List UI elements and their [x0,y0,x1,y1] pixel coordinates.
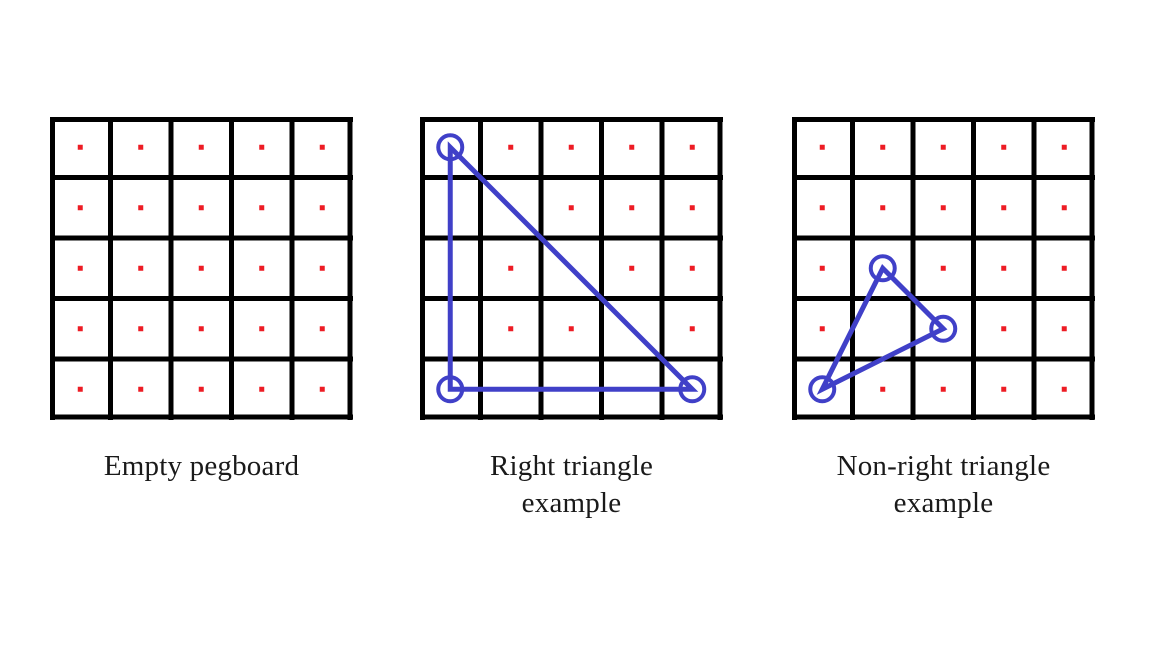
peg-dot[interactable] [1061,386,1067,392]
peg-dot[interactable] [819,265,825,271]
peg-dot[interactable] [1061,144,1067,150]
peg-dot[interactable] [319,144,325,150]
peg-dot[interactable] [138,144,144,150]
peg-dot[interactable] [1001,326,1007,332]
peg-dot[interactable] [1001,144,1007,150]
caption-line: Non-right triangle [836,450,1051,482]
peg-dot[interactable] [319,386,325,392]
peg-dot[interactable] [819,144,825,150]
peg-dot[interactable] [819,205,825,211]
figure-empty-pegboard: Empty pegboard [50,117,353,482]
peg-dot[interactable] [1061,265,1067,271]
pegboard-grid [420,117,723,420]
caption-line: Empty pegboard [103,450,300,482]
peg-dot[interactable] [319,205,325,211]
peg-dot[interactable] [880,144,886,150]
peg-dot[interactable] [138,326,144,332]
peg-dot[interactable] [259,205,265,211]
peg-dot[interactable] [198,205,204,211]
caption-line: example [893,487,994,520]
caption-right-triangle: Right triangle example [380,448,763,522]
peg-dot[interactable] [568,326,574,332]
peg-dot[interactable] [198,265,204,271]
peg-dot[interactable] [77,144,83,150]
peg-dot[interactable] [198,144,204,150]
peg-dot[interactable] [1061,205,1067,211]
peg-dot[interactable] [689,265,695,271]
peg-dot[interactable] [508,265,514,271]
peg-dot[interactable] [629,205,635,211]
peg-dot[interactable] [1001,205,1007,211]
peg-dot[interactable] [77,265,83,271]
peg-dot[interactable] [259,326,265,332]
peg-dot[interactable] [77,205,83,211]
peg-dot[interactable] [259,144,265,150]
figure-right-triangle: Right triangle example [420,117,723,519]
peg-dot[interactable] [319,265,325,271]
peg-dot[interactable] [319,326,325,332]
pegboard-grid [792,117,1095,420]
figure-canvas: Empty pegboard Right triangle example Non… [0,0,1152,648]
peg-dot[interactable] [198,326,204,332]
peg-dot[interactable] [1001,265,1007,271]
peg-dot[interactable] [689,144,695,150]
peg-dot[interactable] [259,386,265,392]
pegboard-grid [50,117,353,420]
peg-dot[interactable] [629,144,635,150]
pegboard-empty[interactable] [50,117,353,420]
peg-dot[interactable] [138,265,144,271]
peg-dot[interactable] [689,326,695,332]
peg-dot[interactable] [880,205,886,211]
peg-dot[interactable] [568,205,574,211]
peg-dot[interactable] [940,205,946,211]
peg-dot[interactable] [819,326,825,332]
caption-line: Right triangle [489,450,654,482]
peg-dot[interactable] [940,265,946,271]
peg-dot[interactable] [629,265,635,271]
peg-dot[interactable] [508,144,514,150]
peg-dot[interactable] [77,386,83,392]
peg-dot[interactable] [198,386,204,392]
caption-empty-pegboard: Empty pegboard [10,448,393,485]
peg-dot[interactable] [880,386,886,392]
peg-dot[interactable] [138,386,144,392]
pegboard-non-right-triangle[interactable] [792,117,1095,420]
peg-dot[interactable] [77,326,83,332]
peg-dot[interactable] [940,386,946,392]
peg-dot[interactable] [568,144,574,150]
peg-dot[interactable] [138,205,144,211]
peg-dot[interactable] [689,205,695,211]
pegboard-right-triangle[interactable] [420,117,723,420]
caption-non-right-triangle: Non-right triangle example [752,448,1135,522]
caption-line: example [521,487,622,520]
peg-dot[interactable] [940,144,946,150]
figure-non-right-triangle: Non-right triangle example [792,117,1095,519]
peg-dot[interactable] [259,265,265,271]
peg-dot[interactable] [1001,386,1007,392]
peg-dot[interactable] [1061,326,1067,332]
peg-dot[interactable] [508,326,514,332]
